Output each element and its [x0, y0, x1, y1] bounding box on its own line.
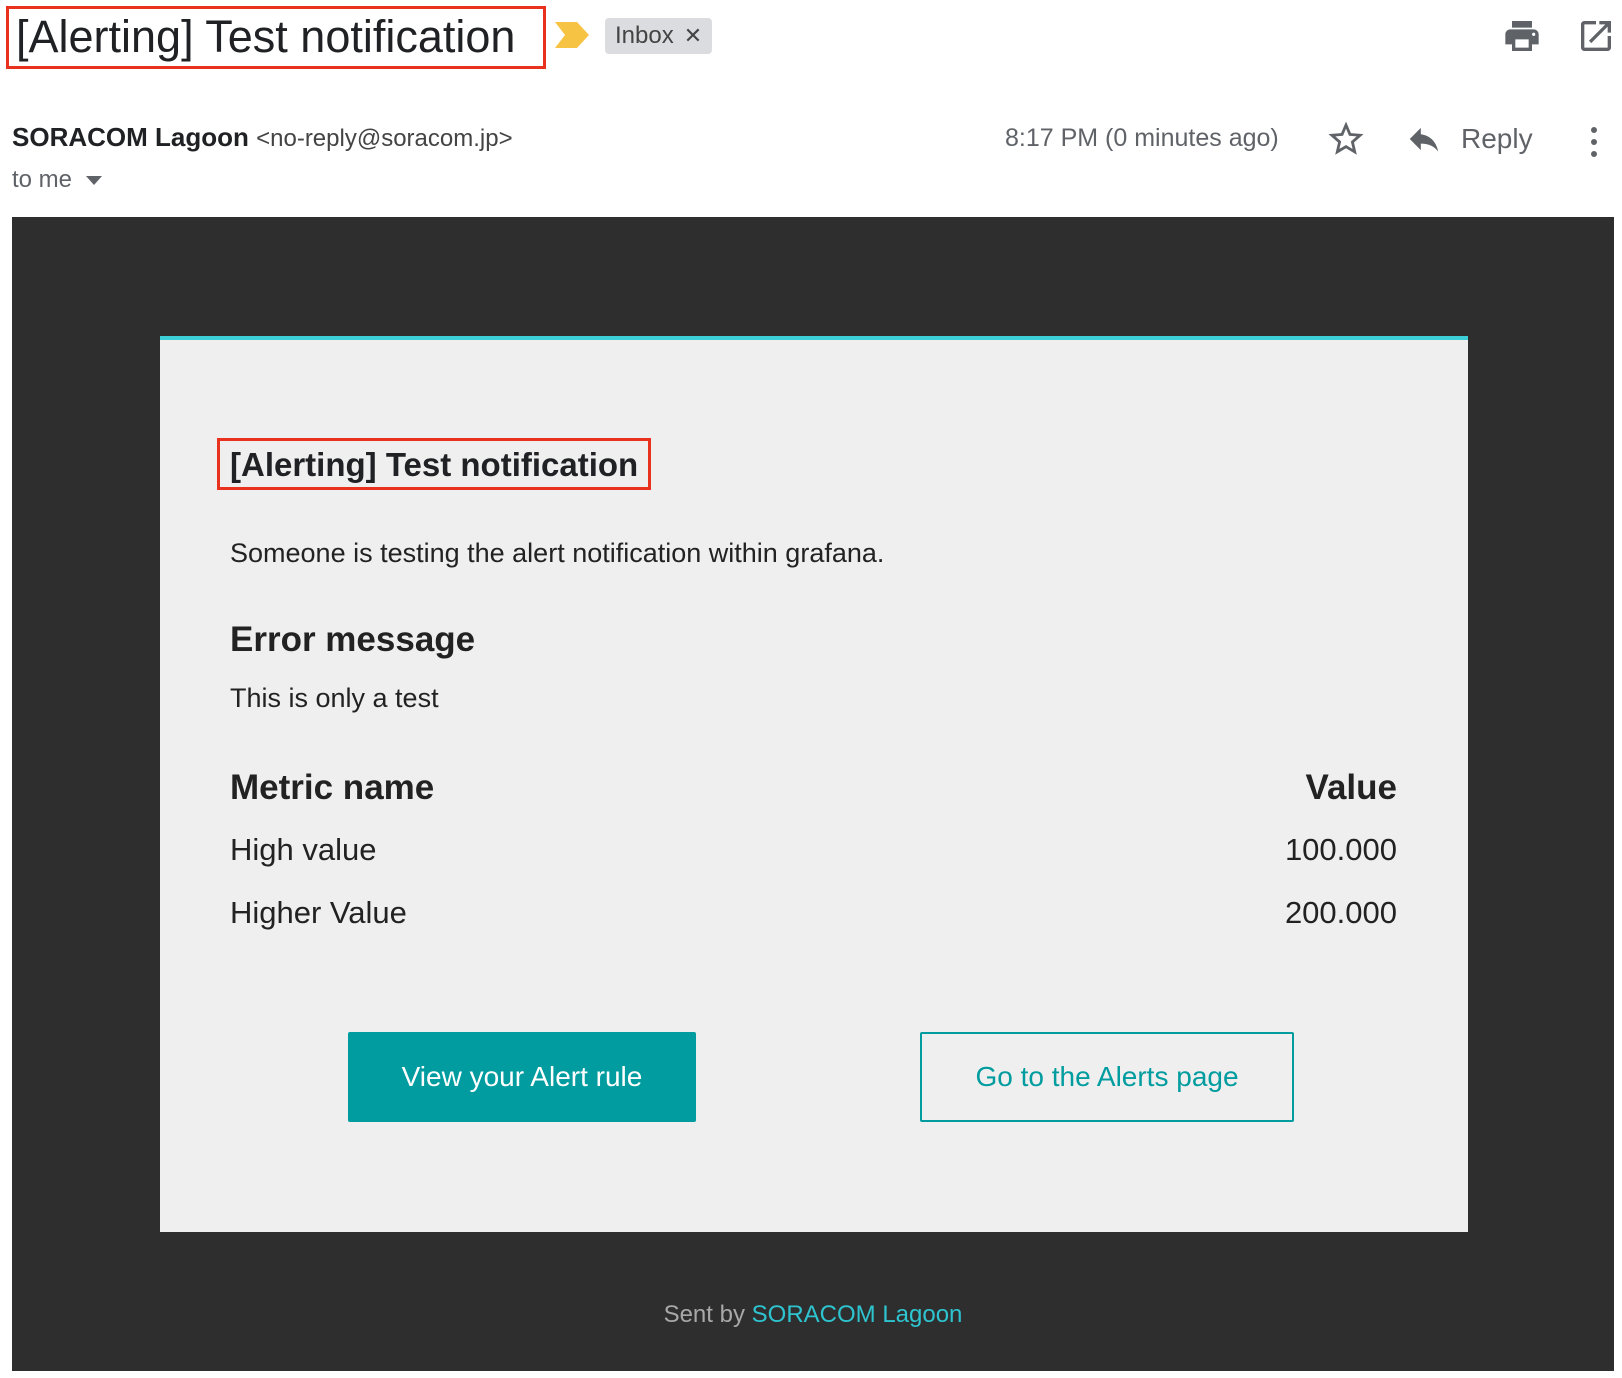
reply-icon — [1409, 127, 1439, 152]
metric-name: Higher Value — [230, 894, 407, 930]
metric-value-header: Value — [1305, 768, 1397, 807]
inbox-label-chip[interactable]: Inbox ✕ — [605, 18, 713, 54]
reply-button[interactable]: Reply — [1405, 120, 1533, 158]
footer-link[interactable]: SORACOM Lagoon — [752, 1301, 963, 1328]
error-message-heading: Error message — [230, 620, 476, 659]
metrics-header-row: Metric name Value — [230, 758, 1397, 818]
go-to-alerts-page-button[interactable]: Go to the Alerts page — [920, 1032, 1294, 1122]
more-vert-icon[interactable] — [1578, 122, 1610, 162]
footer-prefix: Sent by — [663, 1301, 745, 1328]
email-subject: [Alerting] Test notification — [16, 11, 516, 62]
open-in-new-window-icon[interactable] — [1576, 16, 1616, 56]
notification-card: [Alerting] Test notification Someone is … — [160, 336, 1468, 1232]
metrics-table: Metric name Value High value 100.000 Hig… — [230, 758, 1397, 944]
print-icon[interactable] — [1502, 16, 1542, 56]
metric-name: High value — [230, 831, 377, 867]
chevron-down-icon[interactable] — [86, 175, 103, 185]
sender-line: SORACOM Lagoon <no-reply@soracom.jp> — [12, 122, 513, 153]
message-timestamp: 8:17 PM (0 minutes ago) — [1005, 124, 1279, 152]
error-message-text: This is only a test — [230, 683, 439, 713]
inbox-label-text: Inbox — [615, 22, 674, 49]
intro-text: Someone is testing the alert notificatio… — [230, 538, 885, 568]
metric-row: High value 100.000 — [230, 818, 1397, 881]
sender-name[interactable]: SORACOM Lagoon — [12, 122, 249, 152]
recipient-details-toggle[interactable]: to me — [12, 166, 103, 194]
sender-email: <no-reply@soracom.jp> — [256, 125, 513, 152]
recipient-text: to me — [12, 166, 73, 193]
card-title: [Alerting] Test notification — [230, 446, 639, 483]
view-alert-rule-button[interactable]: View your Alert rule — [348, 1032, 696, 1122]
star-icon[interactable] — [1325, 118, 1367, 160]
email-body-frame: [Alerting] Test notification Someone is … — [12, 217, 1614, 1371]
importance-marker-icon[interactable] — [555, 22, 589, 48]
metric-row: Higher Value 200.000 — [230, 881, 1397, 944]
reply-label: Reply — [1461, 123, 1533, 154]
metric-value: 100.000 — [1284, 831, 1397, 867]
email-footer: Sent by SORACOM Lagoon — [12, 1301, 1614, 1329]
metric-value: 200.000 — [1284, 894, 1397, 930]
remove-label-icon[interactable]: ✕ — [684, 25, 702, 47]
metric-name-header: Metric name — [230, 768, 435, 807]
